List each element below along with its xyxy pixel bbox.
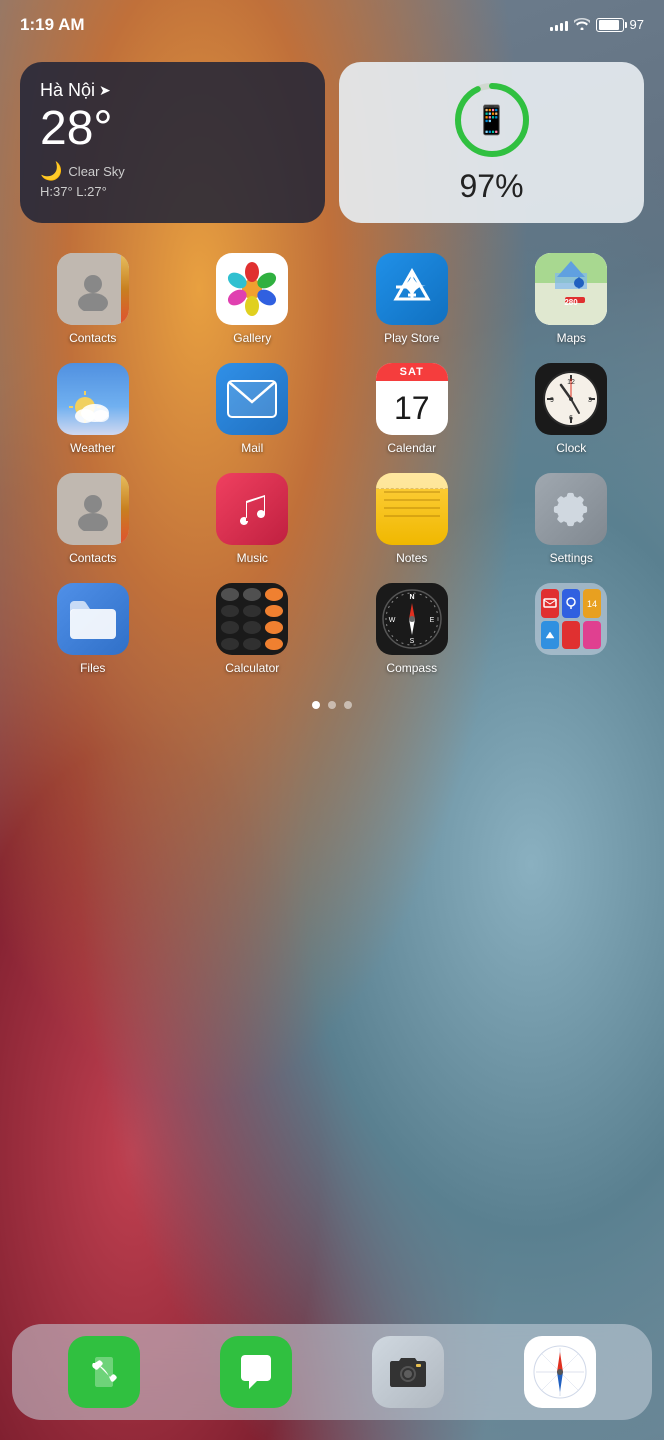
status-bar: 1:19 AM 97 (0, 0, 664, 44)
calendar-date: 17 (376, 381, 448, 435)
contacts2-label: Contacts (69, 551, 116, 565)
notes-label: Notes (396, 551, 427, 565)
weather-label: Weather (70, 441, 115, 455)
appstore-label: Play Store (384, 331, 439, 345)
app-mail[interactable]: Mail (178, 363, 328, 455)
app-calculator[interactable]: Calculator (178, 583, 328, 675)
weather-high-low: H:37° L:27° (40, 184, 305, 199)
music-icon (216, 473, 288, 545)
app-contacts[interactable]: Contacts (18, 253, 168, 345)
appstore-icon: ✦ (376, 253, 448, 325)
contacts2-icon (57, 473, 129, 545)
dock-messages[interactable] (220, 1336, 292, 1408)
page-dot-3[interactable] (344, 701, 352, 709)
weather-condition: Clear Sky (68, 164, 124, 179)
page-dot-2[interactable] (328, 701, 336, 709)
weather-city: Hà Nội ➤ (40, 80, 305, 101)
folder-icon: 14 (535, 583, 607, 655)
maps-icon: 280 (535, 253, 607, 325)
wifi-icon (574, 17, 590, 33)
settings-label: Settings (550, 551, 593, 565)
music-label: Music (237, 551, 268, 565)
svg-text:3: 3 (588, 397, 592, 404)
svg-text:N: N (409, 594, 414, 601)
weather-moon-icon: 🌙 (40, 161, 62, 182)
page-dots (0, 685, 664, 725)
app-weather[interactable]: Weather (18, 363, 168, 455)
calendar-day-label: SAT (376, 363, 448, 381)
battery-icon (596, 18, 624, 32)
phone-icon: 📱 (474, 104, 509, 137)
svg-text:S: S (409, 638, 414, 645)
phone-icon (68, 1336, 140, 1408)
app-calendar[interactable]: SAT 17 Calendar (337, 363, 487, 455)
weather-temperature: 28° (40, 105, 305, 153)
battery-text: 97 (630, 17, 644, 32)
svg-text:9: 9 (550, 397, 554, 404)
svg-text:280: 280 (565, 298, 579, 307)
clock-icon: 12 3 6 9 (535, 363, 607, 435)
messages-icon (220, 1336, 292, 1408)
safari-icon (524, 1336, 596, 1408)
gallery-icon (216, 253, 288, 325)
app-settings[interactable]: Settings (497, 473, 647, 565)
weather-widget[interactable]: Hà Nội ➤ 28° 🌙 Clear Sky H:37° L:27° (20, 62, 325, 223)
app-appstore[interactable]: ✦ Play Store (337, 253, 487, 345)
app-folder[interactable]: 14 (497, 583, 647, 675)
app-files[interactable]: Files (18, 583, 168, 675)
files-label: Files (80, 661, 105, 675)
app-contacts2[interactable]: Contacts (18, 473, 168, 565)
weather-icon (57, 363, 129, 435)
dock-phone[interactable] (68, 1336, 140, 1408)
app-maps[interactable]: 280 Maps (497, 253, 647, 345)
calculator-icon (216, 583, 288, 655)
status-icons: 97 (550, 17, 644, 33)
battery-ring: 📱 (452, 80, 532, 160)
calendar-icon: SAT 17 (376, 363, 448, 435)
svg-text:✦: ✦ (397, 266, 427, 307)
battery-widget[interactable]: 📱 97% (339, 62, 644, 223)
app-compass[interactable]: N E S W Compass (337, 583, 487, 675)
calculator-label: Calculator (225, 661, 279, 675)
widgets-row: Hà Nội ➤ 28° 🌙 Clear Sky H:37° L:27° 📱 9… (0, 52, 664, 233)
app-clock[interactable]: 12 3 6 9 Clock (497, 363, 647, 455)
maps-label: Maps (557, 331, 586, 345)
svg-text:14: 14 (587, 599, 597, 609)
compass-icon: N E S W (376, 583, 448, 655)
app-grid: Contacts Gallery (0, 233, 664, 685)
camera-icon (372, 1336, 444, 1408)
weather-condition-row: 🌙 Clear Sky (40, 161, 305, 182)
dock-camera[interactable] (372, 1336, 444, 1408)
svg-text:6: 6 (569, 415, 573, 422)
mail-label: Mail (241, 441, 263, 455)
app-gallery[interactable]: Gallery (178, 253, 328, 345)
svg-text:W: W (388, 617, 395, 624)
compass-label: Compass (386, 661, 437, 675)
notes-icon (376, 473, 448, 545)
mail-icon (216, 363, 288, 435)
contacts-icon (57, 253, 129, 325)
files-icon (57, 583, 129, 655)
settings-icon (535, 473, 607, 545)
calendar-label: Calendar (387, 441, 436, 455)
clock-label: Clock (556, 441, 586, 455)
signal-icon (550, 19, 568, 31)
contacts-label: Contacts (69, 331, 116, 345)
app-music[interactable]: Music (178, 473, 328, 565)
battery-percentage: 97% (459, 168, 523, 205)
dock (12, 1324, 652, 1420)
page-dot-1[interactable] (312, 701, 320, 709)
gallery-label: Gallery (233, 331, 271, 345)
app-notes[interactable]: Notes (337, 473, 487, 565)
dock-safari[interactable] (524, 1336, 596, 1408)
svg-text:E: E (429, 617, 434, 624)
status-time: 1:19 AM (20, 15, 85, 35)
